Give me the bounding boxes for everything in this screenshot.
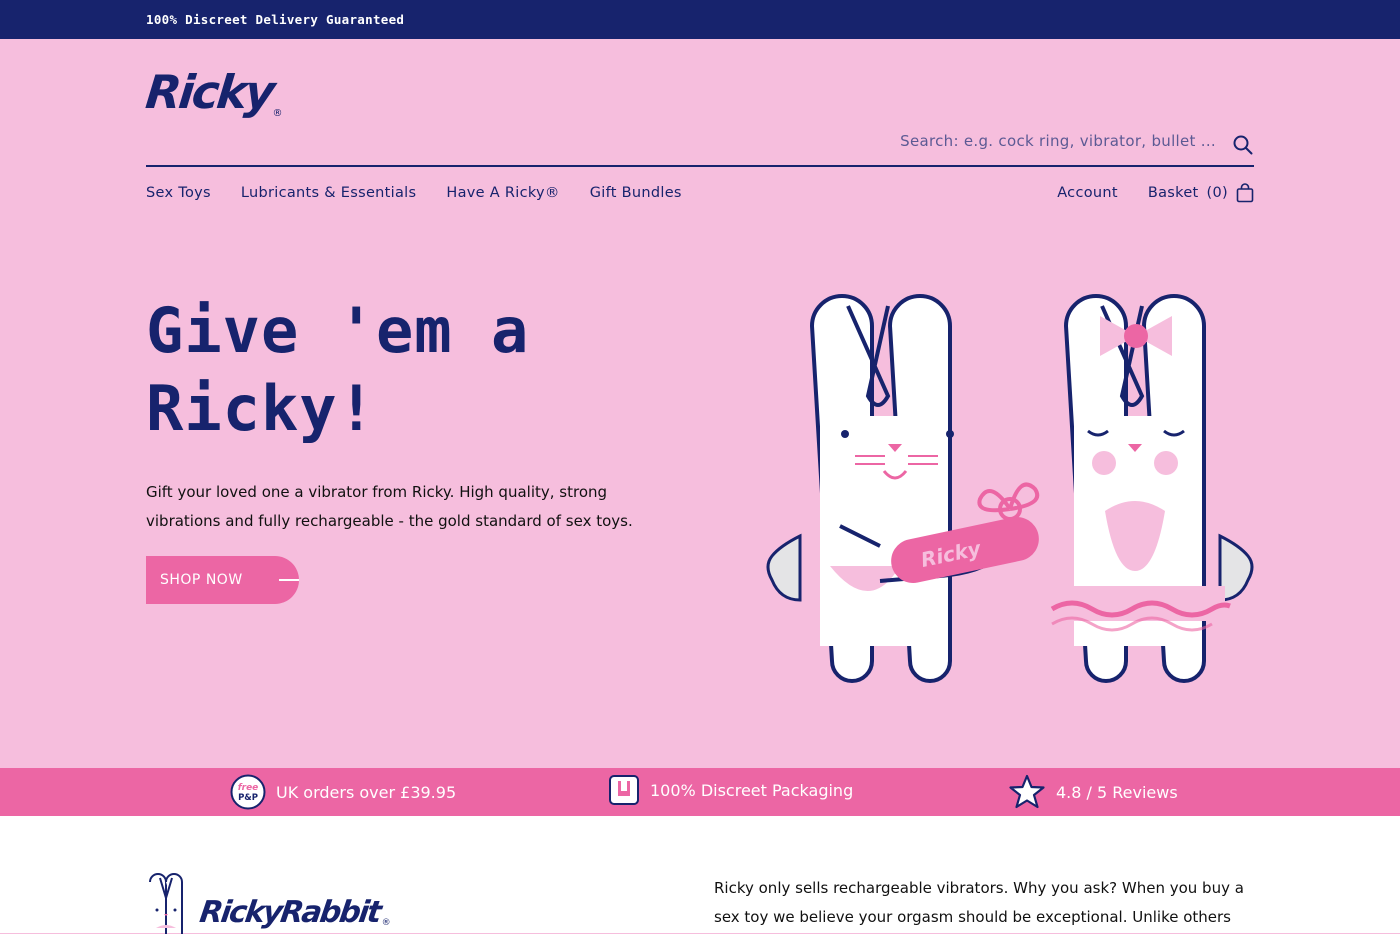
free-badge-bottom: P&P: [238, 793, 258, 803]
logo-text: Ricky: [143, 65, 276, 119]
bunny-couple-illustration: Ricky: [766, 294, 1254, 683]
hero-title-line-1: Give 'em a: [146, 294, 530, 367]
usp-free-delivery-text: UK orders over £39.95: [276, 782, 457, 802]
usp-discreet-packaging-text: 100% Discreet Packaging: [650, 780, 854, 800]
hero-subtitle: Gift your loved one a vibrator from Rick…: [146, 483, 633, 530]
logo-registered-mark: ®: [272, 108, 283, 119]
search-input[interactable]: [876, 132, 1216, 150]
usp-reviews-text: 4.8 / 5 Reviews: [1056, 782, 1178, 802]
free-pp-icon: free P&P: [230, 774, 266, 810]
shop-now-button[interactable]: SHOP NOW: [146, 556, 299, 604]
announcement-text: 100% Discreet Delivery Guaranteed: [146, 12, 405, 27]
rabbit-mascot-icon: [149, 873, 183, 934]
search-bar: [146, 126, 1254, 167]
hero-title: Give 'em a Ricky!: [146, 292, 666, 448]
site-header: Ricky® Sex Toys Lubricants & Essentials …: [0, 39, 1400, 203]
ricky-rabbit-logo: RickyRabbit ®: [146, 872, 391, 934]
hero-section: Give 'em a Ricky! Gift your loved one a …: [0, 186, 1400, 768]
intro-text: Ricky only sells rechargeable vibrators.…: [714, 879, 1244, 926]
ricky-logo[interactable]: Ricky®: [143, 65, 283, 119]
arrow-icon: [279, 579, 299, 581]
intro-section: RickyRabbit ® Ricky only sells rechargea…: [0, 816, 1400, 934]
search-icon[interactable]: [1232, 134, 1254, 156]
hero-title-line-2: Ricky!: [146, 372, 376, 445]
boy-bunny: Ricky: [766, 294, 1040, 683]
announcement-bar: 100% Discreet Delivery Guaranteed: [0, 0, 1400, 39]
usp-bar: free P&P UK orders over £39.95 100% Disc…: [0, 768, 1400, 816]
shop-now-label: SHOP NOW: [160, 572, 243, 588]
free-badge-top: free: [238, 783, 259, 793]
ricky-rabbit-wordmark: RickyRabbit: [197, 895, 383, 930]
ricky-rabbit-registered-mark: ®: [381, 918, 391, 928]
usp-reviews: 4.8 / 5 Reviews: [1008, 774, 1178, 810]
usp-discreet-packaging: 100% Discreet Packaging: [608, 774, 853, 806]
package-icon: [609, 775, 639, 805]
girl-bunny: [1050, 294, 1254, 683]
star-icon: [1009, 774, 1045, 809]
usp-free-delivery: free P&P UK orders over £39.95: [230, 774, 456, 810]
